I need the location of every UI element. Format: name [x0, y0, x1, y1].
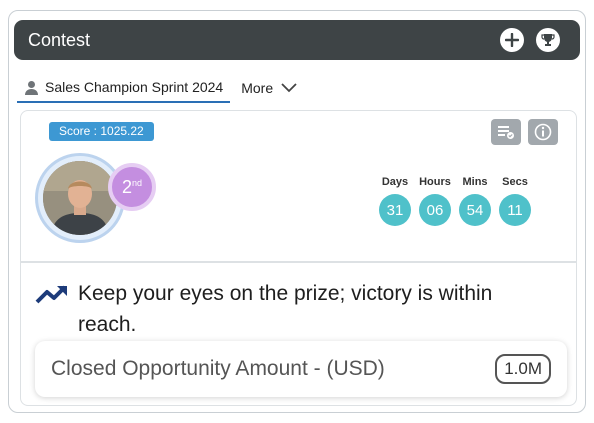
tab-label: Sales Champion Sprint 2024	[45, 79, 224, 95]
metric-name: Closed Opportunity Amount - (USD)	[51, 357, 385, 380]
info-button[interactable]	[528, 119, 558, 145]
more-label: More	[241, 80, 274, 96]
timer-label: Secs	[502, 176, 528, 188]
timer-hours: Hours 06	[419, 176, 451, 226]
timer-label: Hours	[419, 176, 451, 188]
trending-up-icon	[35, 285, 67, 304]
countdown-timer: Days 31 Hours 06 Mins 54 Secs 11	[379, 176, 531, 226]
metric-value: 1.0M	[495, 354, 551, 384]
contest-card: Score : 1025.22 2 nd Days 31 Hours 06 Mi…	[20, 110, 577, 406]
timer-value: 11	[499, 194, 531, 226]
widget-title: Contest	[28, 29, 91, 50]
rank-suffix: nd	[132, 178, 143, 188]
timer-mins: Mins 54	[459, 176, 491, 226]
more-tabs-dropdown[interactable]: More	[241, 80, 297, 96]
timer-value: 54	[459, 194, 491, 226]
widget-header: Contest	[14, 20, 580, 60]
motto: Keep your eyes on the prize; victory is …	[35, 278, 555, 340]
timer-label: Mins	[462, 176, 488, 188]
rank-number: 2	[121, 176, 132, 197]
timer-secs: Secs 11	[499, 176, 531, 226]
metric-card[interactable]: Closed Opportunity Amount - (USD) 1.0M	[35, 341, 567, 397]
rank-badge: 2nd	[108, 163, 156, 211]
divider	[21, 261, 576, 263]
plus-icon	[505, 33, 519, 47]
user-icon	[24, 80, 39, 95]
checklist-button[interactable]	[491, 119, 521, 145]
add-contest-button[interactable]	[500, 28, 524, 52]
chevron-down-icon	[281, 83, 297, 93]
tab-sales-champion[interactable]: Sales Champion Sprint 2024	[17, 73, 231, 103]
timer-days: Days 31	[379, 176, 411, 226]
trophy-button[interactable]	[536, 28, 560, 52]
avatar	[43, 161, 117, 235]
info-icon	[534, 123, 552, 141]
contest-widget: Contest Sales Champion Sprint 2024 More …	[8, 10, 586, 413]
timer-label: Days	[381, 176, 409, 188]
trophy-icon	[541, 34, 555, 46]
timer-value: 06	[419, 194, 451, 226]
contest-tabs: Sales Champion Sprint 2024 More	[17, 72, 297, 104]
score-badge: Score : 1025.22	[49, 122, 154, 141]
motto-text: Keep your eyes on the prize; victory is …	[78, 282, 493, 336]
checklist-icon	[498, 126, 514, 139]
timer-value: 31	[379, 194, 411, 226]
